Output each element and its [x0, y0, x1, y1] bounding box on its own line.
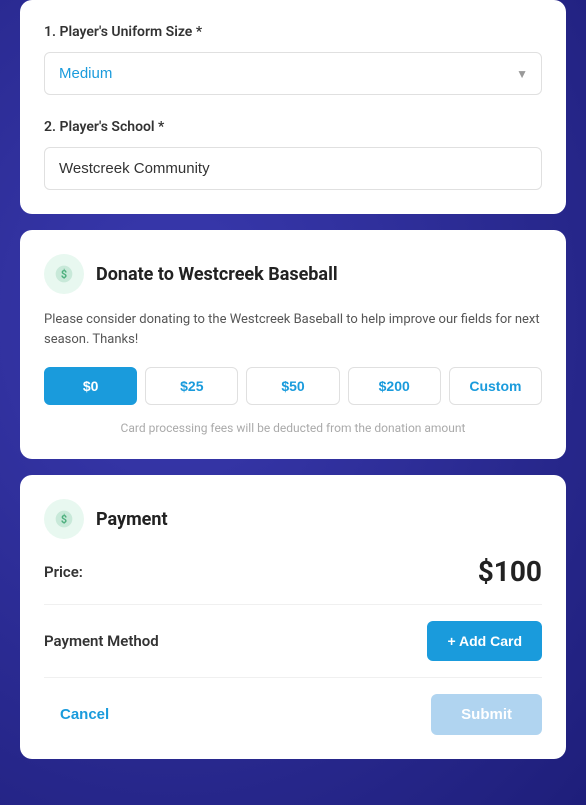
- svg-text:$: $: [61, 513, 67, 526]
- action-row: Cancel Submit: [44, 694, 542, 735]
- dollar-icon: $: [54, 264, 74, 284]
- cancel-button[interactable]: Cancel: [44, 696, 125, 733]
- donation-description: Please consider donating to the Westcree…: [44, 310, 542, 349]
- uniform-school-card: 1. Player's Uniform Size * Medium Small …: [20, 0, 566, 214]
- price-label: Price:: [44, 563, 83, 581]
- payment-card: $ Payment Price: $100 Payment Method + A…: [20, 475, 566, 759]
- payment-dollar-icon: $: [54, 509, 74, 529]
- uniform-size-select[interactable]: Medium Small Medium Large X-Large: [44, 52, 542, 95]
- school-label: 2. Player's School *: [44, 119, 542, 135]
- svg-text:$: $: [61, 268, 67, 281]
- submit-button[interactable]: Submit: [431, 694, 542, 735]
- donation-icon-circle: $: [44, 254, 84, 294]
- uniform-label: 1. Player's Uniform Size *: [44, 24, 542, 40]
- add-card-button[interactable]: + Add Card: [427, 621, 542, 661]
- school-section: 2. Player's School *: [44, 119, 542, 190]
- price-value: $100: [478, 555, 542, 588]
- donation-note: Card processing fees will be deducted fr…: [44, 421, 542, 435]
- uniform-select-wrapper: Medium Small Medium Large X-Large ▼: [44, 52, 542, 95]
- payment-icon-circle: $: [44, 499, 84, 539]
- donation-btn-50[interactable]: $50: [246, 367, 339, 405]
- donation-btn-25[interactable]: $25: [145, 367, 238, 405]
- payment-method-row: Payment Method + Add Card: [44, 621, 542, 678]
- donation-header: $ Donate to Westcreek Baseball: [44, 254, 542, 294]
- uniform-section: 1. Player's Uniform Size * Medium Small …: [44, 24, 542, 95]
- school-input[interactable]: [44, 147, 542, 190]
- price-row: Price: $100: [44, 555, 542, 605]
- donation-btn-0[interactable]: $0: [44, 367, 137, 405]
- donation-title: Donate to Westcreek Baseball: [96, 264, 338, 285]
- payment-title: Payment: [96, 509, 168, 530]
- donation-card: $ Donate to Westcreek Baseball Please co…: [20, 230, 566, 459]
- payment-header: $ Payment: [44, 499, 542, 539]
- donation-buttons-group: $0 $25 $50 $200 Custom: [44, 367, 542, 405]
- payment-method-label: Payment Method: [44, 632, 159, 650]
- donation-btn-200[interactable]: $200: [348, 367, 441, 405]
- donation-btn-custom[interactable]: Custom: [449, 367, 542, 405]
